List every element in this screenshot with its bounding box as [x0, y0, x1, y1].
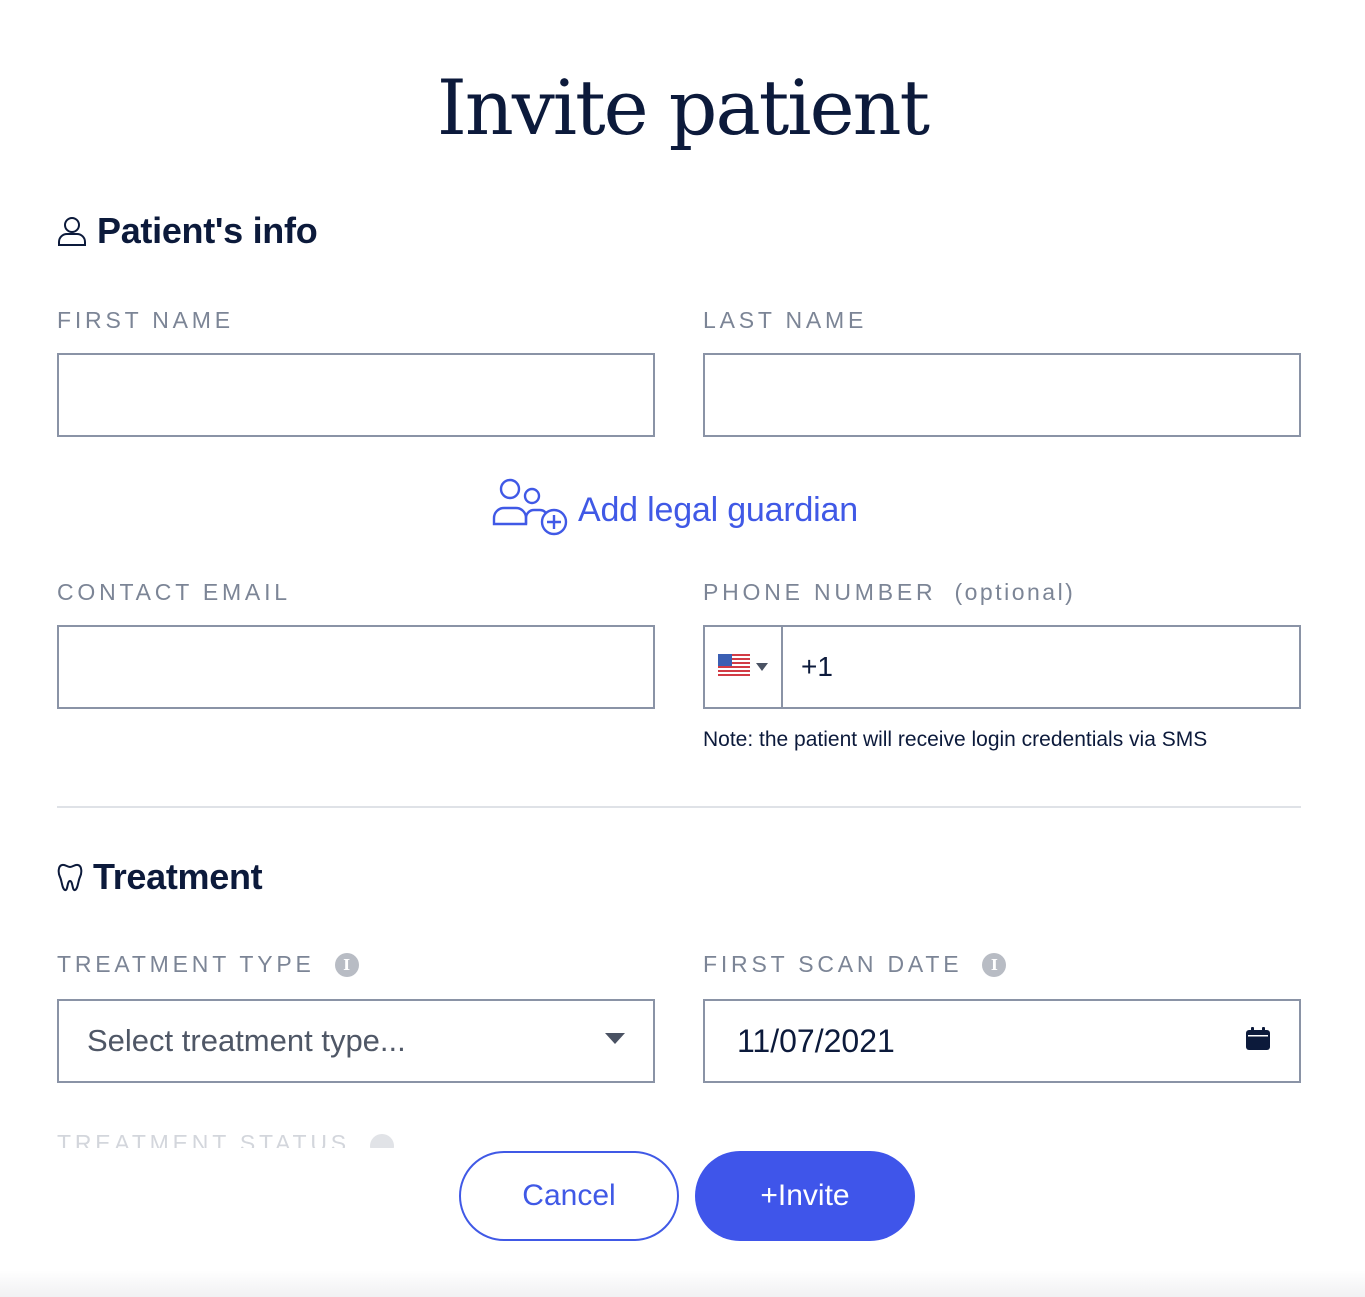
page-title: Invite patient — [436, 63, 930, 152]
treatment-header: Treatment — [57, 856, 263, 898]
first-scan-date-label: FIRST SCAN DATE i — [703, 951, 1007, 978]
calendar-icon[interactable] — [1245, 1026, 1271, 1057]
info-icon[interactable]: i — [334, 952, 359, 977]
patient-info-header: Patient's info — [57, 210, 318, 252]
first-scan-date-value: 11/07/2021 — [737, 1022, 895, 1059]
us-flag-icon — [718, 653, 750, 681]
bottom-shade — [0, 1270, 1365, 1297]
first-name-field[interactable] — [57, 353, 655, 437]
section-divider — [57, 806, 1301, 808]
chevron-down-icon — [605, 1032, 625, 1050]
contact-email-input[interactable] — [59, 627, 653, 707]
patient-info-heading: Patient's info — [97, 210, 318, 251]
last-name-label: LAST NAME — [703, 307, 868, 333]
treatment-status-label: TREATMENT STATUS — [57, 1130, 394, 1148]
phone-number-label: PHONE NUMBER (optional) — [703, 579, 1076, 605]
first-scan-date-field[interactable]: 11/07/2021 — [703, 999, 1301, 1083]
add-legal-guardian-button[interactable]: Add legal guardian — [490, 476, 858, 545]
contact-email-field[interactable] — [57, 625, 655, 709]
info-icon — [369, 1134, 394, 1148]
last-name-input[interactable] — [705, 355, 1299, 435]
caret-down-icon — [756, 658, 768, 676]
contact-email-label: CONTACT EMAIL — [57, 579, 291, 605]
cancel-button[interactable]: Cancel — [459, 1151, 679, 1241]
invite-button[interactable]: +Invite — [695, 1151, 915, 1241]
treatment-type-label: TREATMENT TYPE i — [57, 951, 359, 978]
phone-number-field: +1 — [703, 625, 1301, 709]
add-guardian-label: Add legal guardian — [578, 491, 858, 529]
user-icon — [57, 215, 87, 247]
invite-patient-modal: Invite patient Patient's info FIRST NAME… — [0, 0, 1365, 1297]
add-guardian-icon — [490, 476, 570, 545]
first-name-input[interactable] — [59, 355, 653, 435]
tooth-icon — [57, 862, 83, 892]
phone-input[interactable]: +1 — [783, 627, 833, 707]
treatment-type-placeholder: Select treatment type... — [87, 1023, 406, 1058]
info-icon[interactable]: i — [982, 952, 1007, 977]
treatment-type-select[interactable]: Select treatment type... — [57, 999, 655, 1083]
sms-note: Note: the patient will receive login cre… — [703, 728, 1208, 751]
last-name-field[interactable] — [703, 353, 1301, 437]
optional-tag: (optional) — [954, 579, 1076, 605]
treatment-heading: Treatment — [93, 856, 263, 897]
first-name-label: FIRST NAME — [57, 307, 234, 333]
country-code-select[interactable] — [705, 627, 783, 707]
